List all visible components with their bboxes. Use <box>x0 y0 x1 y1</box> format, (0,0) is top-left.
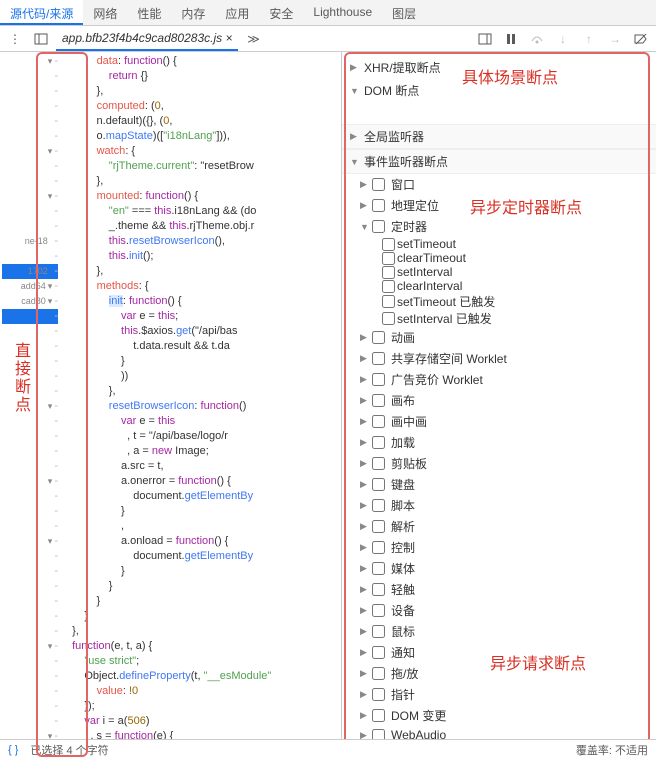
event-item[interactable]: ▶广告竞价 Worklet <box>342 369 656 390</box>
event-checkbox[interactable] <box>372 562 385 575</box>
status-bar: { } 已选择 4 个字符 覆盖率: 不适用 <box>0 739 656 759</box>
event-checkbox[interactable] <box>372 729 385 740</box>
event-item[interactable]: ▶轻触 <box>342 579 656 600</box>
event-checkbox[interactable] <box>372 457 385 470</box>
status-coverage: 覆盖率: 不适用 <box>576 742 648 758</box>
navigator-toggle-icon[interactable] <box>30 28 52 50</box>
event-item[interactable]: ▶画布 <box>342 390 656 411</box>
chevron-right-icon: ▶ <box>350 62 360 73</box>
event-checkbox[interactable] <box>372 541 385 554</box>
section-event-label: 事件监听器断点 <box>364 153 448 170</box>
event-checkbox[interactable] <box>372 583 385 596</box>
event-sub-item[interactable]: setInterval <box>342 265 656 279</box>
tab-lighthouse[interactable]: Lighthouse <box>303 0 382 25</box>
event-item[interactable]: ▶WebAudio <box>342 726 656 739</box>
event-checkbox[interactable] <box>372 604 385 617</box>
event-item[interactable]: ▶窗口 <box>342 174 656 195</box>
section-global[interactable]: ▶ 全局监听器 <box>342 124 656 149</box>
event-checkbox[interactable] <box>372 331 385 344</box>
annotation-label-timer: 异步定时器断点 <box>470 194 582 218</box>
event-checkbox[interactable] <box>372 709 385 722</box>
event-checkbox[interactable] <box>372 178 385 191</box>
event-checkbox[interactable] <box>372 394 385 407</box>
tab-layers[interactable]: 图层 <box>382 0 426 25</box>
pause-icon[interactable] <box>500 28 522 50</box>
event-checkbox[interactable] <box>372 352 385 365</box>
event-checkbox[interactable] <box>372 199 385 212</box>
event-item[interactable]: ▶键盘 <box>342 474 656 495</box>
event-checkbox[interactable] <box>382 252 395 265</box>
event-sub-item[interactable]: setInterval 已触发 <box>342 310 656 327</box>
tab-sources[interactable]: 源代码/来源 <box>0 0 83 25</box>
more-tabs-icon[interactable]: ≫ <box>242 28 264 50</box>
event-sub-item[interactable]: clearInterval <box>342 279 656 293</box>
event-item[interactable]: ▶动画 <box>342 327 656 348</box>
main-tabs: 源代码/来源 网络 性能 内存 应用 安全 Lighthouse 图层 <box>0 0 656 26</box>
event-item[interactable]: ▶控制 <box>342 537 656 558</box>
event-item[interactable]: ▶鼠标 <box>342 621 656 642</box>
event-checkbox[interactable] <box>382 266 395 279</box>
event-checkbox[interactable] <box>372 625 385 638</box>
chevron-right-icon: ▶ <box>350 131 360 142</box>
file-tab[interactable]: app.bfb23f4b4c9cad80283c.js × <box>56 26 238 51</box>
event-checkbox[interactable] <box>372 220 385 233</box>
more-options-icon[interactable]: ⋮ <box>4 28 26 50</box>
event-checkbox[interactable] <box>382 238 395 251</box>
event-checkbox[interactable] <box>372 646 385 659</box>
event-checkbox[interactable] <box>372 436 385 449</box>
event-item[interactable]: ▶脚本 <box>342 495 656 516</box>
section-xhr-label: XHR/提取断点 <box>364 59 441 76</box>
event-sub-item[interactable]: clearTimeout <box>342 251 656 265</box>
event-checkbox[interactable] <box>372 520 385 533</box>
debugger-toggle-icon[interactable] <box>474 28 496 50</box>
annotation-label-xhr: 异步请求断点 <box>490 650 586 674</box>
event-item[interactable]: ▶共享存储空间 Worklet <box>342 348 656 369</box>
deactivate-breakpoints-icon[interactable] <box>630 28 652 50</box>
event-checkbox[interactable] <box>382 312 395 325</box>
tab-performance[interactable]: 性能 <box>127 0 171 25</box>
file-tab-label: app.bfb23f4b4c9cad80283c.js <box>62 31 222 45</box>
step-into-icon[interactable]: ↓ <box>552 28 574 50</box>
event-checkbox[interactable] <box>372 688 385 701</box>
event-item[interactable]: ▶DOM 变更 <box>342 705 656 726</box>
event-item[interactable]: ▼定时器 <box>342 216 656 237</box>
section-dom-label: DOM 断点 <box>364 82 419 99</box>
event-checkbox[interactable] <box>382 295 395 308</box>
step-icon[interactable]: → <box>604 28 626 50</box>
event-sub-item[interactable]: setTimeout <box>342 237 656 251</box>
event-checkbox[interactable] <box>372 478 385 491</box>
event-checkbox[interactable] <box>382 280 395 293</box>
step-out-icon[interactable]: ↑ <box>578 28 600 50</box>
step-over-icon[interactable] <box>526 28 548 50</box>
event-item[interactable]: ▶媒体 <box>342 558 656 579</box>
event-item[interactable]: ▶加载 <box>342 432 656 453</box>
event-item[interactable]: ▶解析 <box>342 516 656 537</box>
status-selection: 已选择 4 个字符 <box>30 742 108 758</box>
sources-toolbar: ⋮ app.bfb23f4b4c9cad80283c.js × ≫ ↓ ↑ → <box>0 26 656 52</box>
chevron-down-icon: ▼ <box>350 86 360 96</box>
event-sub-item[interactable]: setTimeout 已触发 <box>342 293 656 310</box>
event-item[interactable]: ▶指针 <box>342 684 656 705</box>
event-checkbox[interactable] <box>372 373 385 386</box>
chevron-down-icon: ▼ <box>350 157 360 167</box>
tab-memory[interactable]: 内存 <box>171 0 215 25</box>
annotation-label-scene: 具体场景断点 <box>462 64 558 88</box>
annotation-label-direct: 直接断点 <box>8 342 32 414</box>
event-checkbox[interactable] <box>372 499 385 512</box>
event-item[interactable]: ▶设备 <box>342 600 656 621</box>
event-item[interactable]: ▶画中画 <box>342 411 656 432</box>
breakpoints-panel: ▶XHR/提取断点 ▼DOM 断点 ▶全局监听器 ▼事件监听器断点 ▶窗口▶地理… <box>342 52 656 739</box>
event-item[interactable]: ▶剪贴板 <box>342 453 656 474</box>
format-icon[interactable]: { } <box>8 744 18 756</box>
event-checkbox[interactable] <box>372 415 385 428</box>
section-global-label: 全局监听器 <box>364 128 424 145</box>
section-event[interactable]: ▼ 事件监听器断点 <box>342 149 656 174</box>
tab-security[interactable]: 安全 <box>259 0 303 25</box>
event-checkbox[interactable] <box>372 667 385 680</box>
code-editor[interactable]: ▾- - - - - -▾- - -▾- - -ne-18 - -1702 -a… <box>0 52 342 739</box>
tab-network[interactable]: 网络 <box>83 0 127 25</box>
code-area[interactable]: data: function() { return {} }, computed… <box>62 52 341 739</box>
tab-application[interactable]: 应用 <box>215 0 259 25</box>
